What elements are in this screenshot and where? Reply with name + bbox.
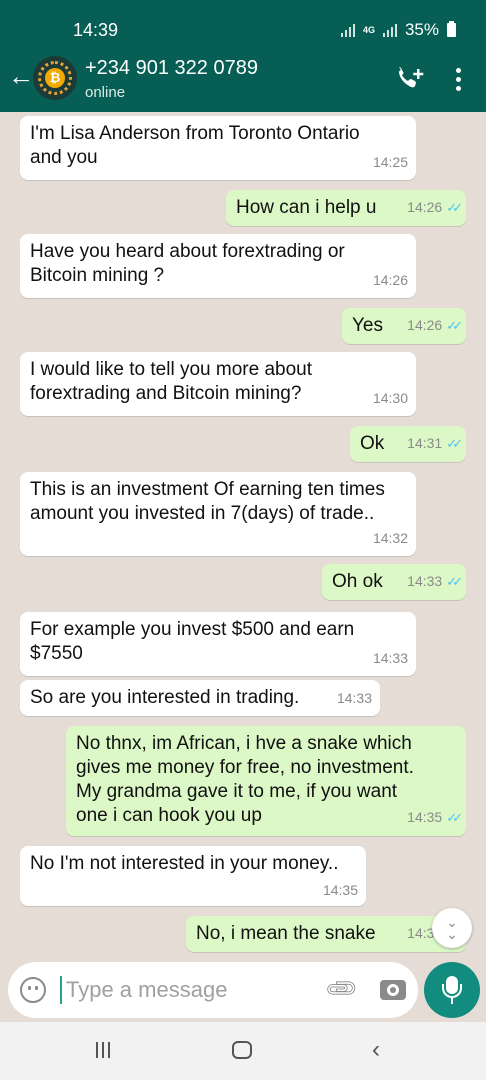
message-outgoing[interactable]: Yes 14:26 ✓✓ [342,308,466,344]
message-outgoing[interactable]: Oh ok 14:33 ✓✓ [322,564,466,600]
camera-icon[interactable] [380,980,406,1000]
network-type: 4G [362,24,375,35]
message-time: 14:26 [372,272,408,288]
signal-icon [340,23,355,37]
recent-apps-icon[interactable] [96,1042,110,1058]
contact-status: online [85,84,126,101]
chat-header: ← ₿ +234 901 322 0789 online [0,46,486,112]
status-bar: 14:39 4G 35% [0,0,486,46]
message-time: 14:26 [407,199,443,215]
message-text: So are you interested in trading. [30,687,300,708]
message-time: 14:30 [372,390,408,406]
back-chevron-icon[interactable]: ‹ [372,1036,380,1064]
signal-icon-2 [382,23,397,37]
message-outgoing[interactable]: Ok 14:31 ✓✓ [350,426,466,462]
paperclip-icon[interactable]: 📎︎ [323,970,361,1008]
double-check-icon: ✓✓ [446,436,463,451]
more-vertical-icon[interactable] [450,66,466,92]
add-call-icon[interactable] [396,66,426,92]
message-time: 14:33 [336,690,372,706]
message-time: 14:35 [407,809,443,825]
double-check-icon: ✓✓ [446,318,463,333]
double-check-icon: ✓✓ [446,200,463,215]
scroll-to-bottom-button[interactable]: ⌄ ⌄ [432,908,472,948]
message-time: 14:33 [372,650,408,666]
home-icon[interactable] [232,1041,252,1059]
message-text: No I'm not interested in your money.. [30,853,339,874]
message-outgoing[interactable]: No thnx, im African, i hve a snake which… [66,726,466,836]
message-time: 14:26 [407,317,443,333]
avatar[interactable]: ₿ [33,56,77,100]
emoji-icon[interactable] [20,977,46,1003]
battery-percent: 35% [404,20,439,39]
message-incoming[interactable]: Have you heard about forextrading or Bit… [20,234,416,298]
message-incoming[interactable]: So are you interested in trading. 14:33 [20,680,380,716]
message-list[interactable]: I'm Lisa Anderson from Toronto Ontario a… [0,112,486,958]
message-text: Have you heard about forextrading or Bit… [30,241,345,286]
double-check-icon: ✓✓ [446,574,463,589]
message-incoming[interactable]: No I'm not interested in your money.. 14… [20,846,366,906]
message-text: This is an investment Of earning ten tim… [30,479,385,524]
message-input[interactable] [66,976,306,1004]
contact-name[interactable]: +234 901 322 0789 [85,57,258,80]
message-composer: 📎︎ [8,962,418,1018]
bitcoin-icon: ₿ [45,68,65,88]
message-incoming[interactable]: I'm Lisa Anderson from Toronto Ontario a… [20,116,416,180]
message-text: For example you invest $500 and earn $75… [30,619,355,664]
message-time: 14:25 [372,154,408,170]
message-text: No thnx, im African, i hve a snake which… [76,733,414,826]
status-icons: 4G 35% [340,20,456,40]
message-time: 14:35 [322,882,358,898]
message-outgoing[interactable]: No, i mean the snake 14:36✓✓ [186,916,466,952]
message-time: 14:31 [407,435,443,451]
message-time: 14:32 [372,530,408,546]
message-incoming[interactable]: For example you invest $500 and earn $75… [20,612,416,676]
double-chevron-down-icon: ⌄ ⌄ [446,914,458,942]
status-time: 14:39 [73,20,119,40]
back-arrow-icon[interactable]: ← [8,63,34,89]
message-outgoing[interactable]: How can i help u 14:26 ✓✓ [226,190,466,226]
battery-icon [447,21,456,37]
message-incoming[interactable]: I would like to tell you more about fore… [20,352,416,416]
text-cursor [60,976,62,1004]
message-text: I'm Lisa Anderson from Toronto Ontario a… [30,123,360,168]
voice-record-button[interactable] [424,962,480,1018]
message-text: I would like to tell you more about fore… [30,359,312,404]
message-time: 14:33 [407,573,443,589]
system-navigation-bar: ‹ [0,1022,486,1080]
message-incoming[interactable]: This is an investment Of earning ten tim… [20,472,416,556]
double-check-icon: ✓✓ [446,810,463,825]
